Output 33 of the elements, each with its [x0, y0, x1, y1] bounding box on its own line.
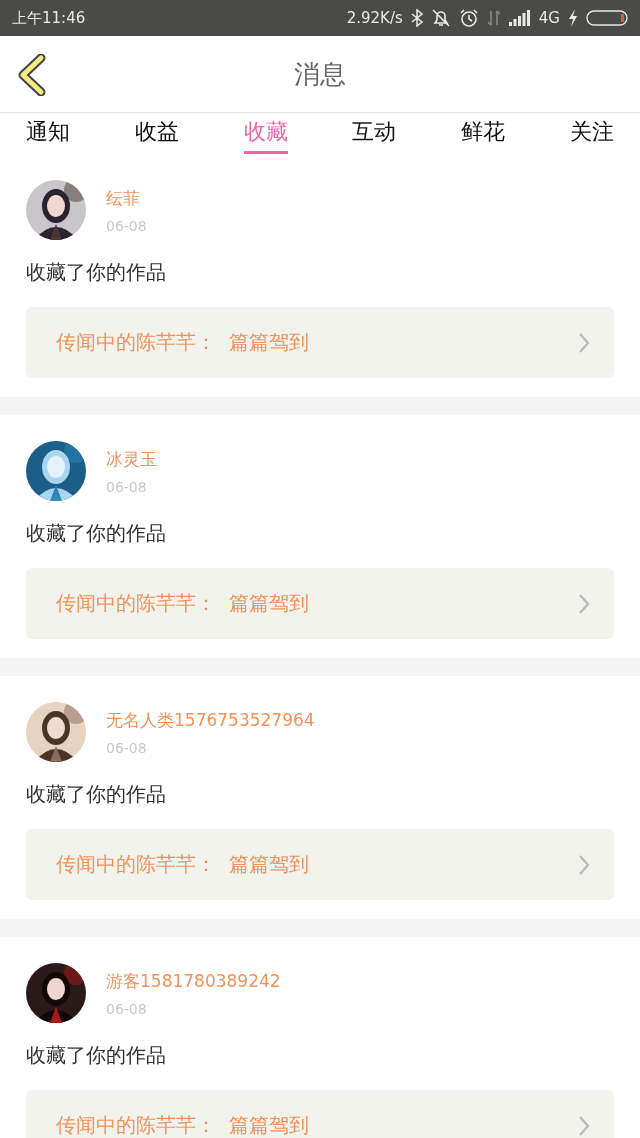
- work-link[interactable]: 传闻中的陈芊芊： 篇篇驾到: [26, 1090, 614, 1138]
- message-text: 收藏了你的作品: [26, 1043, 167, 1067]
- charging-icon: [568, 9, 578, 27]
- user-name[interactable]: 无名人类1576753527964: [106, 708, 315, 732]
- tab[interactable]: 通知: [26, 113, 70, 154]
- network-type: 4G: [538, 9, 560, 27]
- user-name[interactable]: 游客1581780389242: [106, 969, 281, 993]
- chevron-right-icon: [578, 592, 590, 615]
- status-time: 上午11:46: [12, 8, 86, 28]
- work-link[interactable]: 传闻中的陈芊芊： 篇篇驾到: [26, 307, 614, 378]
- user-name[interactable]: 冰灵玉: [106, 447, 157, 471]
- tab[interactable]: 关注: [570, 113, 614, 154]
- work-link[interactable]: 传闻中的陈芊芊： 篇篇驾到: [26, 829, 614, 900]
- alarm-icon: [458, 8, 479, 28]
- message-text: 收藏了你的作品: [26, 782, 167, 806]
- tab[interactable]: 鲜花: [461, 113, 506, 154]
- message-text: 收藏了你的作品: [26, 521, 167, 545]
- page-title: 消息: [294, 57, 346, 91]
- bluetooth-icon: [410, 9, 423, 27]
- user-name[interactable]: 纭菲: [106, 186, 147, 210]
- bell-off-icon: [430, 8, 451, 28]
- data-arrows-icon: [486, 9, 501, 27]
- work-link[interactable]: 传闻中的陈芊芊： 篇篇驾到: [26, 568, 614, 639]
- network-speed: 2.92K/s: [346, 9, 403, 27]
- tab[interactable]: 互动: [352, 113, 397, 154]
- chevron-right-icon: [578, 1114, 590, 1137]
- signal-icon: [508, 10, 531, 26]
- back-chevron-icon: [17, 54, 47, 96]
- tab[interactable]: 收益: [134, 113, 179, 154]
- chevron-right-icon: [578, 853, 590, 876]
- battery-icon: [586, 10, 628, 26]
- message-text: 收藏了你的作品: [26, 260, 167, 284]
- chevron-right-icon: [578, 331, 590, 354]
